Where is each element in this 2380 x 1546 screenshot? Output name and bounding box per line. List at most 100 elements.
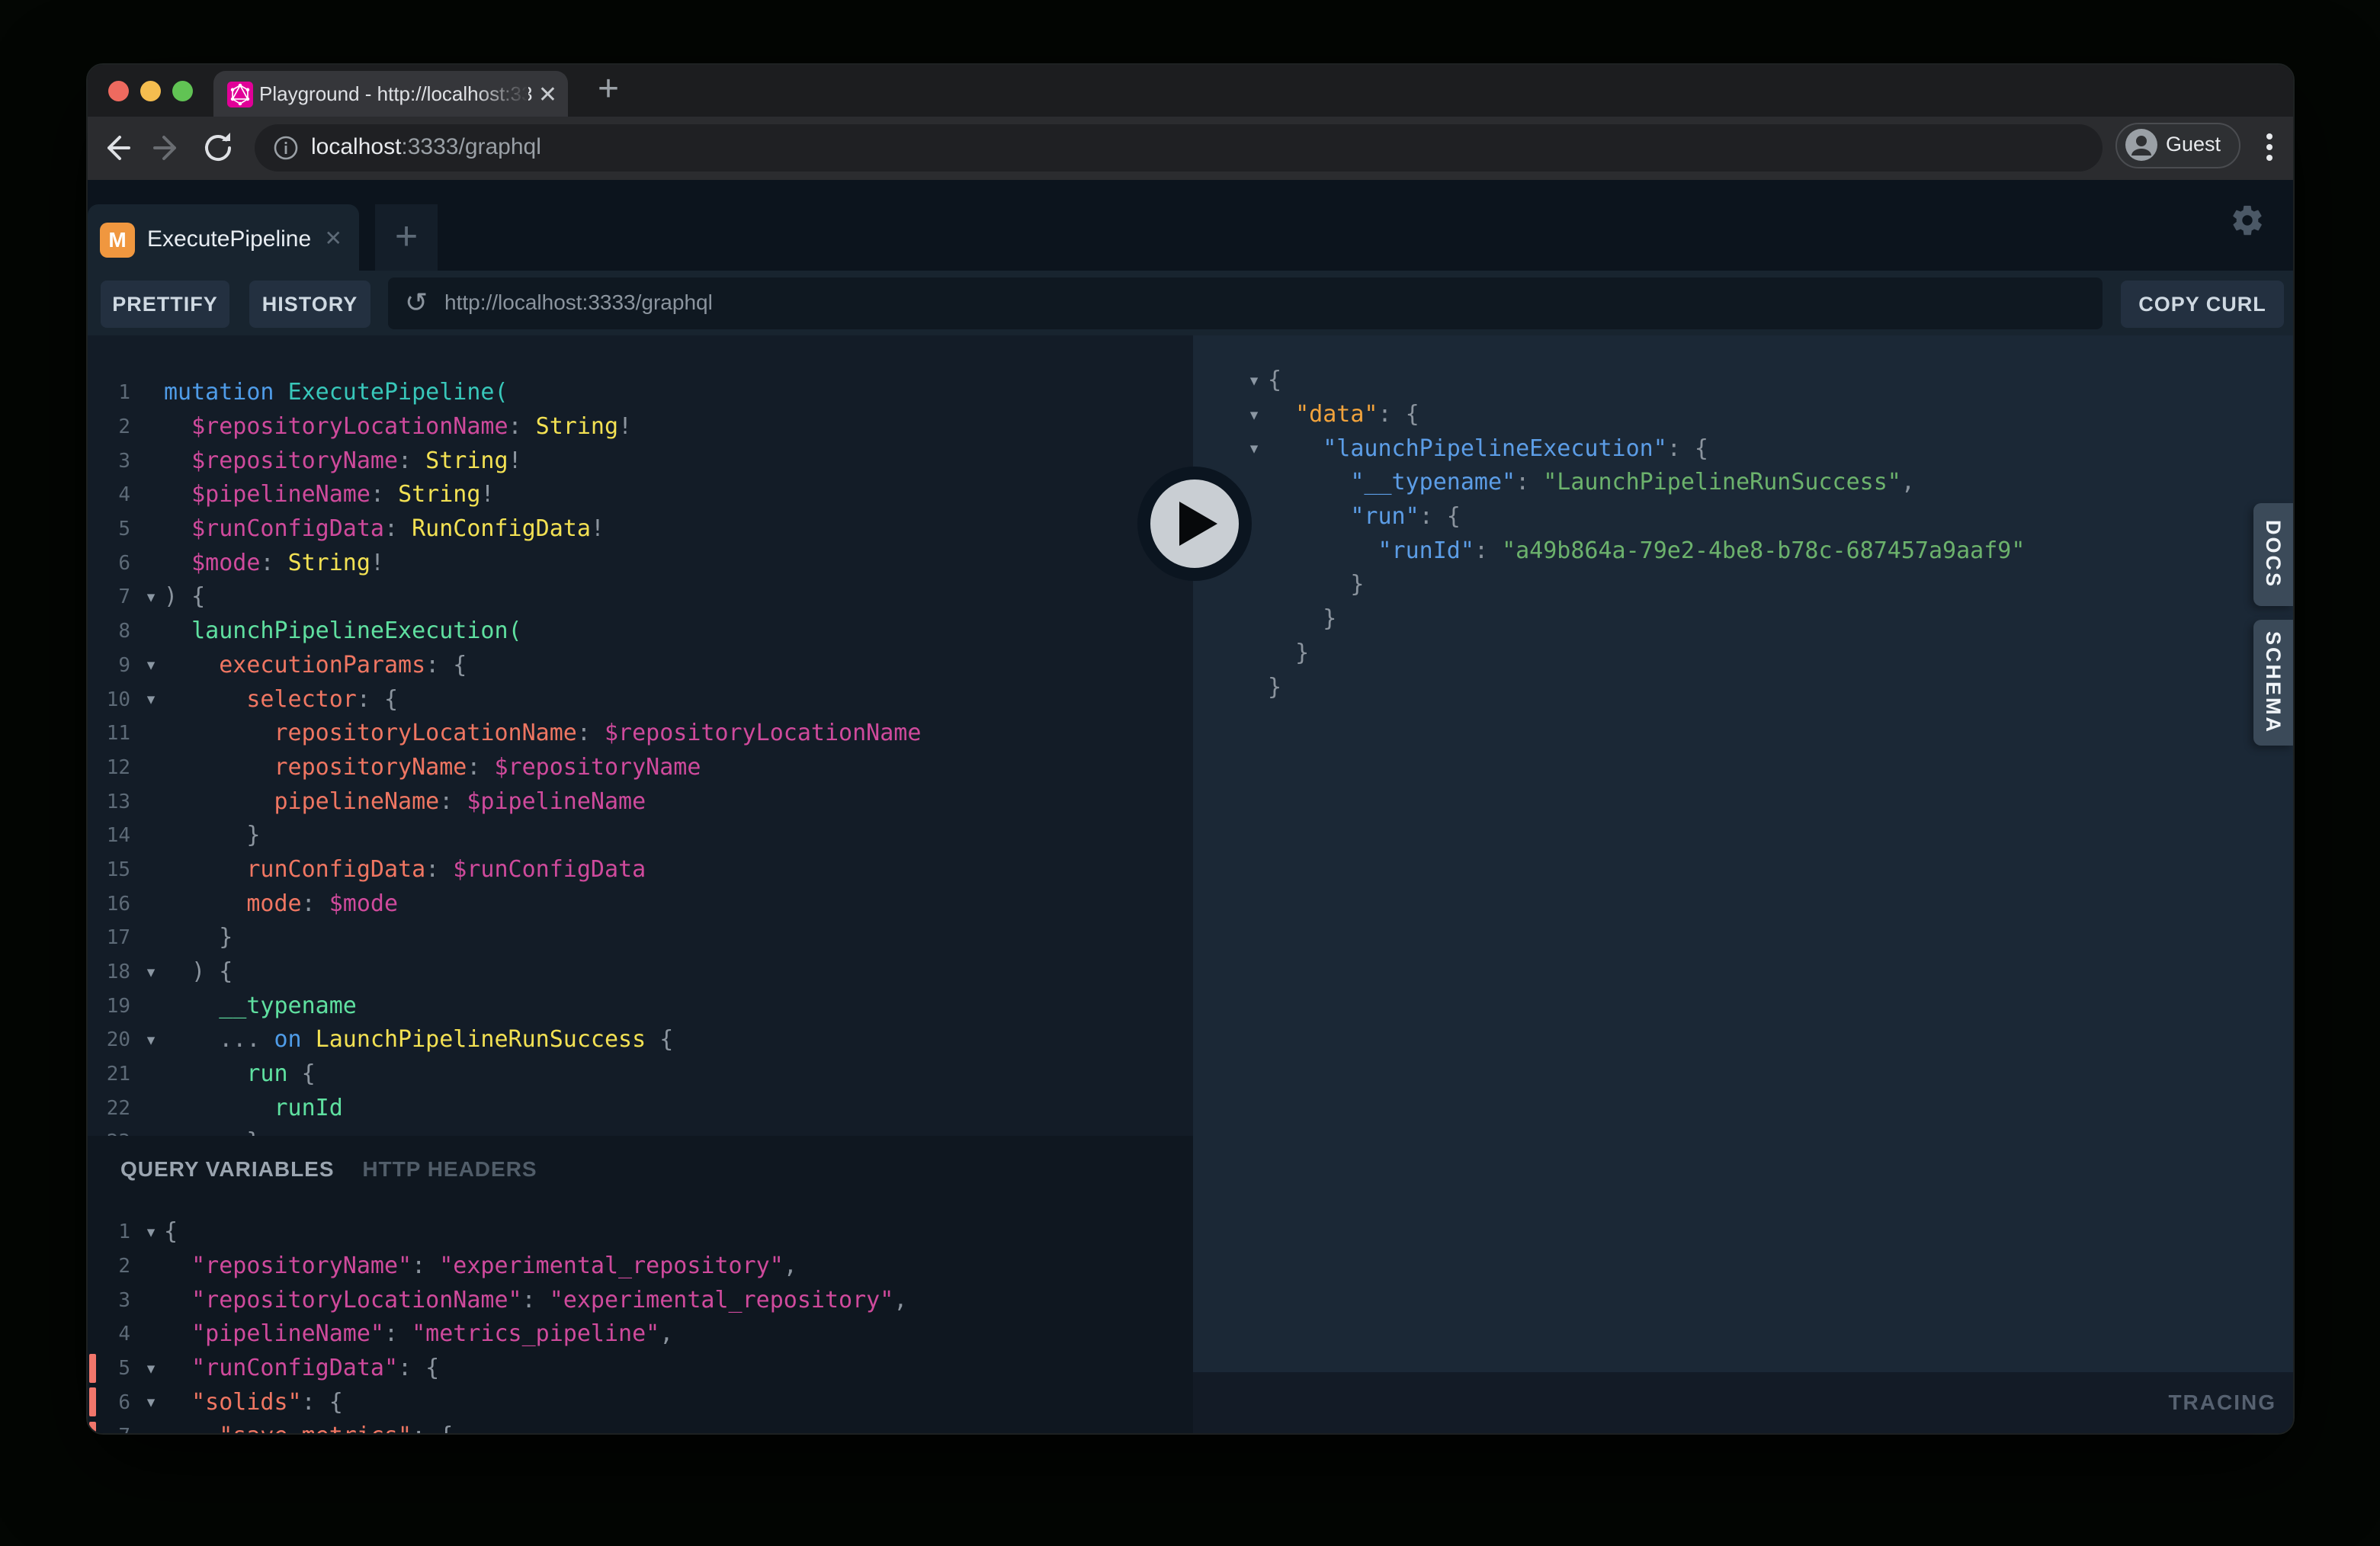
variables-panel: QUERY VARIABLES HTTP HEADERS 1▾{2 "repos… (88, 1136, 1193, 1433)
traffic-close-button[interactable] (108, 81, 129, 101)
code-line: "runId": "a49b864a-79e2-4be8-b78c-687457… (1193, 534, 2293, 568)
line-number: 12 (88, 756, 138, 779)
url-bar[interactable]: localhost:3333/graphql (255, 124, 2103, 172)
query-editor-lines: 1mutation ExecutePipeline(2 $repositoryL… (88, 376, 1193, 1136)
fold-arrow-icon[interactable]: ▾ (138, 1223, 164, 1242)
line-number: 8 (88, 620, 138, 643)
line-number: 7 (88, 585, 138, 608)
code-line: 22 runId (88, 1091, 1193, 1125)
line-number: 6 (88, 552, 138, 575)
code-text: } (1268, 573, 1364, 596)
code-text: $repositoryName: String! (164, 450, 522, 473)
endpoint-input[interactable]: ↺ http://localhost:3333/graphql (388, 277, 2103, 329)
line-number: 13 (88, 791, 138, 813)
playground-tab-close-icon[interactable]: ✕ (325, 226, 342, 251)
line-number: 20 (88, 1028, 138, 1051)
code-line: 6▾ "solids": { (88, 1385, 1193, 1419)
code-text: repositoryLocationName: $repositoryLocat… (164, 722, 921, 745)
browser-tab[interactable]: Playground - http://localhost:33 ✕ (213, 71, 568, 117)
forward-icon[interactable] (149, 130, 185, 166)
fold-arrow-icon[interactable]: ▾ (138, 1031, 164, 1050)
fold-arrow-icon[interactable]: ▾ (1240, 371, 1268, 390)
code-text: { (164, 1220, 178, 1243)
code-line: 21 run { (88, 1057, 1193, 1092)
docs-side-tab[interactable]: DOCS (2253, 503, 2293, 606)
tab-query-variables[interactable]: QUERY VARIABLES (120, 1157, 335, 1181)
line-number: 17 (88, 926, 138, 949)
code-text: __typename (164, 995, 357, 1018)
reload-icon[interactable] (200, 130, 236, 166)
browser-navbar: localhost:3333/graphql Guest (88, 117, 2293, 182)
response-viewer[interactable]: ▾{▾ "data": {▾ "launchPipelineExecution"… (1193, 335, 2293, 1372)
browser-window: Playground - http://localhost:33 ✕ + loc… (88, 65, 2293, 1433)
code-line: } (1193, 568, 2293, 602)
browser-menu-icon[interactable] (2251, 129, 2288, 165)
code-line: "run": { (1193, 500, 2293, 534)
line-number: 16 (88, 893, 138, 916)
line-number: 19 (88, 995, 138, 1018)
execute-play-button[interactable] (1137, 467, 1252, 581)
tab-http-headers[interactable]: HTTP HEADERS (362, 1157, 537, 1181)
avatar-icon (2125, 128, 2158, 162)
fold-arrow-icon[interactable]: ▾ (138, 588, 164, 607)
settings-gear-icon[interactable] (2230, 203, 2265, 238)
url-path: :3333/graphql (401, 134, 541, 159)
line-number: 18 (88, 961, 138, 983)
fold-arrow-icon[interactable]: ▾ (138, 656, 164, 675)
copy-curl-button[interactable]: COPY CURL (2121, 281, 2284, 328)
code-line: 14 } (88, 819, 1193, 853)
code-line: 7▾) { (88, 580, 1193, 614)
fold-arrow-icon[interactable]: ▾ (138, 1427, 164, 1433)
code-line: 9▾ executionParams: { (88, 649, 1193, 683)
code-line: 15 runConfigData: $runConfigData (88, 853, 1193, 887)
code-line: 16 mode: $mode (88, 887, 1193, 921)
fold-arrow-icon[interactable]: ▾ (1240, 439, 1268, 458)
url-host: localhost (311, 134, 401, 159)
code-line: 13 pipelineName: $pipelineName (88, 784, 1193, 819)
code-line: 4 $pipelineName: String! (88, 478, 1193, 512)
lint-marker (89, 1354, 96, 1383)
tracing-toggle[interactable]: TRACING (2168, 1390, 2276, 1415)
playground-tab[interactable]: M ExecutePipeline ✕ (88, 204, 359, 272)
code-text: "launchPipelineExecution": { (1268, 438, 1708, 460)
code-text: ) { (164, 585, 205, 608)
new-browser-tab-button[interactable]: + (587, 69, 630, 112)
variables-editor-lines[interactable]: 1▾{2 "repositoryName": "experimental_rep… (88, 1215, 1193, 1433)
line-number: 3 (88, 1289, 138, 1312)
back-icon[interactable] (98, 130, 135, 166)
fold-arrow-icon[interactable]: ▾ (138, 690, 164, 709)
line-number: 4 (88, 1323, 138, 1346)
profile-label: Guest (2166, 133, 2221, 156)
fold-arrow-icon[interactable]: ▾ (138, 963, 164, 982)
fold-arrow-icon[interactable]: ▾ (138, 1359, 164, 1378)
lint-marker (89, 1422, 96, 1433)
code-line: } (1193, 670, 2293, 704)
code-text: } (1268, 642, 1309, 665)
site-info-icon[interactable] (273, 135, 299, 161)
code-line: 7▾ "save_metrics": { (88, 1419, 1193, 1433)
code-text: $repositoryLocationName: String! (164, 415, 632, 438)
line-number: 2 (88, 415, 138, 438)
playground-tab-title: ExecutePipeline (147, 226, 311, 252)
code-text: runConfigData: $runConfigData (164, 858, 646, 881)
new-playground-tab-button[interactable]: + (375, 204, 438, 272)
code-text: { (1268, 369, 1281, 392)
fold-arrow-icon[interactable]: ▾ (138, 1393, 164, 1412)
code-text: } (164, 926, 233, 949)
code-text: $pipelineName: String! (164, 483, 495, 506)
history-button[interactable]: HISTORY (249, 281, 370, 328)
tab-close-icon[interactable]: ✕ (538, 82, 557, 108)
schema-side-tab[interactable]: SCHEMA (2253, 620, 2293, 746)
fold-arrow-icon[interactable]: ▾ (1240, 406, 1268, 425)
endpoint-reset-icon[interactable]: ↺ (405, 287, 428, 318)
code-text: $runConfigData: RunConfigData! (164, 518, 605, 540)
query-editor[interactable]: 1mutation ExecutePipeline(2 $repositoryL… (88, 335, 1193, 1136)
playground-page: M ExecutePipeline ✕ + PRETTIFY HISTORY ↺… (88, 180, 2293, 1433)
code-text: selector: { (164, 688, 398, 711)
prettify-button[interactable]: PRETTIFY (101, 281, 229, 328)
traffic-zoom-button[interactable] (172, 81, 193, 101)
code-text: run { (164, 1063, 316, 1086)
traffic-minimize-button[interactable] (140, 81, 161, 101)
code-text: launchPipelineExecution( (164, 620, 522, 643)
profile-button[interactable]: Guest (2115, 123, 2240, 168)
